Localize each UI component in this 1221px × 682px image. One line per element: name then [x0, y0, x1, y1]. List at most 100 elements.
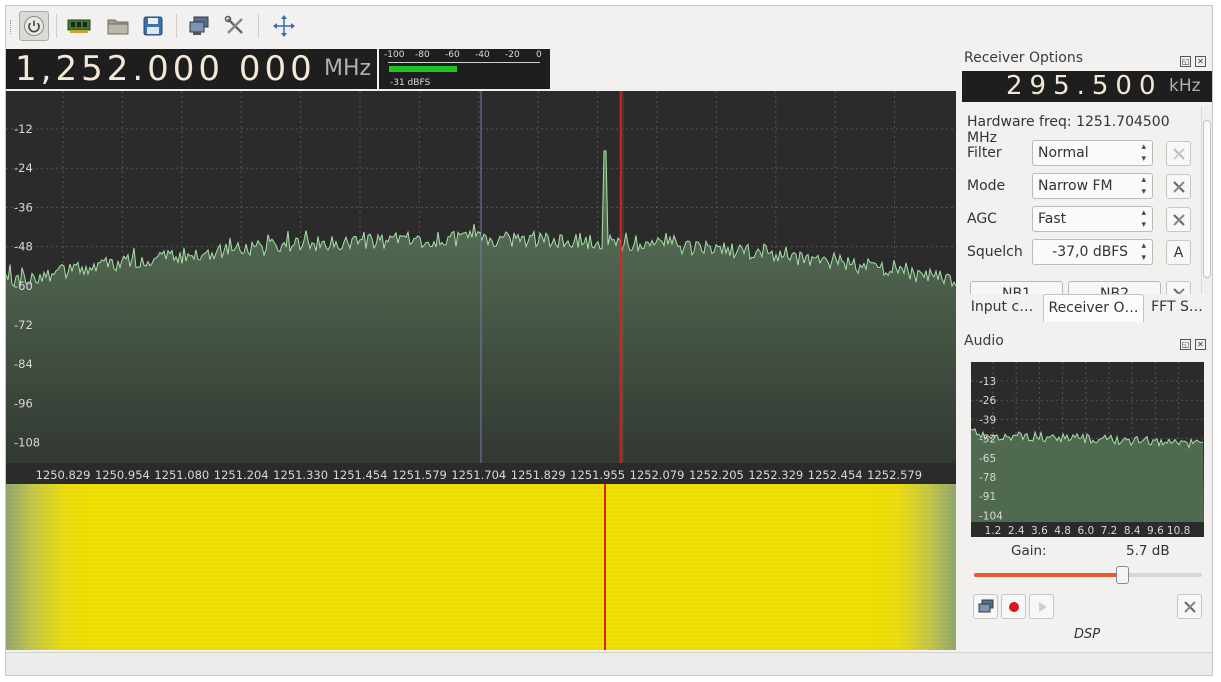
tab-receiver-options[interactable]: Receiver O…: [1043, 294, 1144, 322]
tab-fft-settings[interactable]: FFT S…: [1146, 294, 1208, 322]
gain-value: 5.7 dB: [1126, 543, 1170, 559]
slider-handle[interactable]: [1116, 566, 1130, 584]
tools-icon: [1183, 600, 1196, 613]
x-axis-tick-label: 7.2: [1101, 525, 1118, 537]
dock-float-icon[interactable]: ◱: [1180, 339, 1191, 350]
play-icon: [1038, 601, 1047, 612]
spinner-arrows-icon: ▴ ▾: [1141, 208, 1146, 230]
x-axis-tick-label: 2.4: [1008, 525, 1025, 537]
x-axis-tick-label: 1252.079: [630, 468, 685, 482]
spectrum-canvas[interactable]: -12 -24 -36 -48 -60 -72 -84 -96 -108 1250.829 1250…: [6, 91, 956, 484]
meter-level-bar: [389, 66, 458, 72]
receiver-options-panel: Hardware freq: 1251.704500 MHz Filter No…: [962, 106, 1200, 294]
power-button[interactable]: [19, 11, 49, 41]
waterfall-display[interactable]: [6, 484, 956, 650]
dock-tabs: Input c… Receiver O… FFT S…: [962, 294, 1212, 323]
y-axis-tick-label: -108: [14, 436, 40, 450]
x-axis-tick-label: 4.8: [1054, 525, 1071, 537]
audio-spectrum-fill: [971, 428, 1204, 522]
filter-value: Normal: [1038, 145, 1089, 161]
gain-label: Gain:: [1011, 543, 1047, 559]
dock-float-icon[interactable]: ◱: [1180, 56, 1191, 67]
meter-scale-label: -80: [415, 50, 430, 60]
meter-scale-label: 0: [536, 50, 542, 60]
x-axis-tick-label: 1251.080: [154, 468, 209, 482]
gqrx-window: 1,252.000 000 MHz -100 -80 -60 -40 -20 0…: [5, 5, 1213, 676]
x-axis-tick-label: 1252.329: [748, 468, 803, 482]
y-axis-tick-label: -36: [14, 200, 33, 214]
receiver-options-scrollbar[interactable]: [1201, 106, 1212, 294]
agc-options-button[interactable]: [1166, 207, 1191, 232]
x-axis-tick-label: 3.6: [1031, 525, 1048, 537]
tools-icon: [1172, 213, 1185, 226]
nb1-button[interactable]: NB1: [970, 281, 1063, 294]
y-axis-tick-label: -24: [14, 161, 33, 175]
squelch-label: Squelch: [967, 244, 1023, 260]
y-axis-tick-label: -13: [979, 376, 996, 388]
audio-options-button[interactable]: [1177, 594, 1202, 619]
hardware-freq-label: Hardware freq:: [967, 114, 1072, 130]
x-axis-tick-label: 1.2: [985, 525, 1002, 537]
mode-options-button[interactable]: [1166, 174, 1191, 199]
y-axis-tick-label: -39: [979, 414, 996, 426]
offset-frequency-display[interactable]: 295.500 kHz: [962, 71, 1212, 102]
squelch-auto-button[interactable]: A: [1166, 240, 1191, 265]
x-axis-tick-label: 8.4: [1124, 525, 1141, 537]
remote-button[interactable]: [184, 11, 214, 41]
gain-slider[interactable]: [974, 566, 1202, 584]
receiver-dock-buttons: ◱ ✕: [1176, 53, 1206, 67]
toolbar-separator: [56, 14, 57, 38]
remote-control-icon: [189, 16, 209, 35]
frequency-digits[interactable]: 1,252.000 000: [15, 49, 316, 89]
dock-close-icon[interactable]: ✕: [1195, 56, 1206, 67]
squelch-value: -37,0 dBFS: [1052, 244, 1128, 260]
audio-record-button[interactable]: [1001, 594, 1026, 619]
x-axis-tick-label: 9.6: [1147, 525, 1164, 537]
nb2-label: NB2: [1100, 286, 1129, 294]
noise-blanker-options-button[interactable]: [1166, 281, 1191, 294]
meter-level-text: -31 dBFS: [390, 78, 431, 88]
tab-input-controls[interactable]: Input c…: [962, 294, 1042, 322]
auto-range-button[interactable]: [269, 11, 299, 41]
meter-scale-label: -60: [445, 50, 460, 60]
squelch-spinbox[interactable]: -37,0 dBFS ▴ ▾: [1032, 239, 1153, 265]
filter-options-button[interactable]: [1166, 141, 1191, 166]
audio-streaming-button[interactable]: [973, 594, 998, 619]
squelch-auto-label: A: [1173, 244, 1184, 261]
y-axis-tick-label: -26: [979, 395, 996, 407]
save-button[interactable]: [138, 11, 168, 41]
status-bar: [6, 652, 1212, 675]
offset-frequency-unit: kHz: [1169, 76, 1201, 96]
offset-frequency-digits[interactable]: 295.500: [1006, 71, 1163, 102]
audio-dock-buttons: ◱ ✕: [1176, 336, 1206, 350]
folder-icon: [107, 19, 129, 35]
configure-button[interactable]: [220, 11, 250, 41]
tab-label: FFT S…: [1151, 299, 1203, 315]
y-axis-tick-label: -48: [14, 240, 33, 254]
input-device-button[interactable]: [64, 11, 94, 41]
audio-play-button[interactable]: [1029, 594, 1054, 619]
spectrum-plot[interactable]: -12 -24 -36 -48 -60 -72 -84 -96 -108 1250.829 1250…: [6, 91, 956, 484]
floppy-disk-icon: [143, 16, 163, 36]
filter-label: Filter: [967, 145, 1002, 161]
filter-select[interactable]: Normal ▴ ▾: [1032, 140, 1153, 166]
audio-title: Audio: [964, 333, 1004, 349]
power-icon: [24, 16, 44, 36]
scrollbar-thumb[interactable]: [1203, 120, 1211, 278]
agc-select[interactable]: Fast ▴ ▾: [1032, 206, 1153, 232]
agc-label: AGC: [967, 211, 997, 227]
meter-scale-label: -20: [505, 50, 520, 60]
x-axis-tick-label: 1251.704: [451, 468, 506, 482]
open-button[interactable]: [103, 11, 133, 41]
mode-select[interactable]: Narrow FM ▴ ▾: [1032, 173, 1153, 199]
nb2-button[interactable]: NB2: [1068, 281, 1161, 294]
y-axis-tick-label: -12: [14, 122, 33, 136]
frequency-display[interactable]: 1,252.000 000 MHz: [6, 49, 377, 89]
record-icon: [1008, 601, 1019, 612]
tools-icon: [224, 15, 243, 34]
spinner-arrows-icon: ▴ ▾: [1141, 175, 1146, 197]
toolbar-grip[interactable]: [10, 20, 13, 34]
toolbar-separator: [176, 14, 177, 38]
dock-close-icon[interactable]: ✕: [1195, 339, 1206, 350]
x-axis-tick-label: 10.8: [1167, 525, 1190, 537]
